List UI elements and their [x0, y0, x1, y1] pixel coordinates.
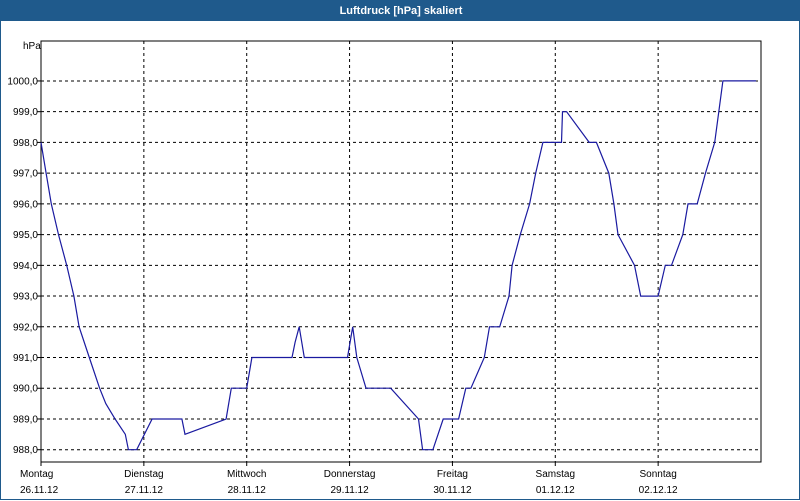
y-tick-label: 992,0 — [13, 322, 38, 333]
x-tick-date-label: 02.12.12 — [639, 485, 678, 496]
chart: 988,0 989,0 990,0 991,0 992,0 993,0 994,0 995,0… — [7, 40, 762, 496]
x-tick-date-label: 26.11.12 — [20, 485, 59, 496]
x-tick-day-label: Samstag — [536, 469, 575, 480]
x-tick-day-label: Mittwoch — [227, 469, 266, 480]
x-tick-day-label: Dienstag — [124, 469, 163, 480]
x-tick-day-label: Sonntag — [640, 469, 677, 480]
y-tick-label: 989,0 — [13, 414, 38, 425]
x-axis: Montag 26.11.12 Dienstag 27.11.12 Mittwoch 28… — [20, 462, 678, 496]
y-axis-label: hPa — [23, 41, 41, 52]
y-tick-label: 988,0 — [13, 445, 38, 456]
x-tick-date-label: 29.11.12 — [330, 485, 369, 496]
x-tick-date-label: 28.11.12 — [228, 485, 267, 496]
y-tick-label: 999,0 — [13, 107, 38, 118]
y-axis: 988,0 989,0 990,0 991,0 992,0 993,0 994,0 995,0… — [7, 76, 41, 456]
y-tick-label: 1000,0 — [7, 76, 38, 87]
x-tick-date-label: 30.11.12 — [433, 485, 472, 496]
chart-window: Luftdruck [hPa] skaliert 988,0 989,0 990,0… — [0, 0, 800, 500]
y-tick-label: 991,0 — [13, 353, 38, 364]
y-tick-label: 993,0 — [13, 292, 38, 303]
x-tick-day-label: Montag — [20, 469, 53, 480]
x-tick-day-label: Freitag — [437, 469, 468, 480]
x-tick-date-label: 27.11.12 — [125, 485, 164, 496]
x-tick-day-label: Donnerstag — [324, 469, 376, 480]
y-tick-label: 990,0 — [13, 384, 38, 395]
y-tick-label: 997,0 — [13, 169, 38, 180]
y-tick-label: 998,0 — [13, 138, 38, 149]
y-tick-label: 995,0 — [13, 230, 38, 241]
x-tick-date-label: 01.12.12 — [536, 485, 575, 496]
y-tick-label: 996,0 — [13, 199, 38, 210]
y-tick-label: 994,0 — [13, 261, 38, 272]
